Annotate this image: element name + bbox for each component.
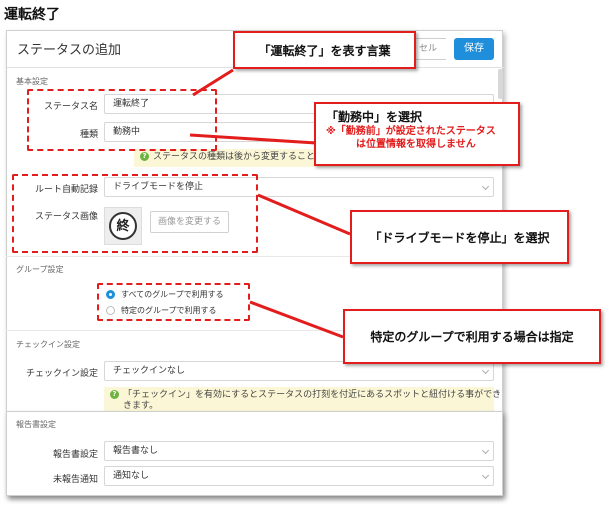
- callout-name-words: 「運転終了」を表す言葉: [233, 31, 416, 69]
- callout-kinmu-title: 「勤務中」を選択: [326, 110, 423, 124]
- callout-kinmu-note2: は位置情報を取得しません: [356, 139, 476, 150]
- callout-group-specific: 特定のグループで利用する場合は指定: [343, 309, 601, 364]
- callout-kinmu-note1: ※「勤務前」が設定されたステータス: [326, 126, 496, 137]
- highlight-group-options: [97, 283, 250, 321]
- callout-kinmu: 「勤務中」を選択 ※「勤務前」が設定されたステータス は位置情報を取得しません: [314, 102, 520, 166]
- annotation-line-group: [249, 300, 344, 339]
- highlight-name-type: [27, 89, 217, 151]
- annotation-line-drive: [257, 193, 351, 236]
- callout-drive-mode: 「ドライブモードを停止」を選択: [350, 210, 569, 264]
- highlight-route-image: [12, 174, 258, 253]
